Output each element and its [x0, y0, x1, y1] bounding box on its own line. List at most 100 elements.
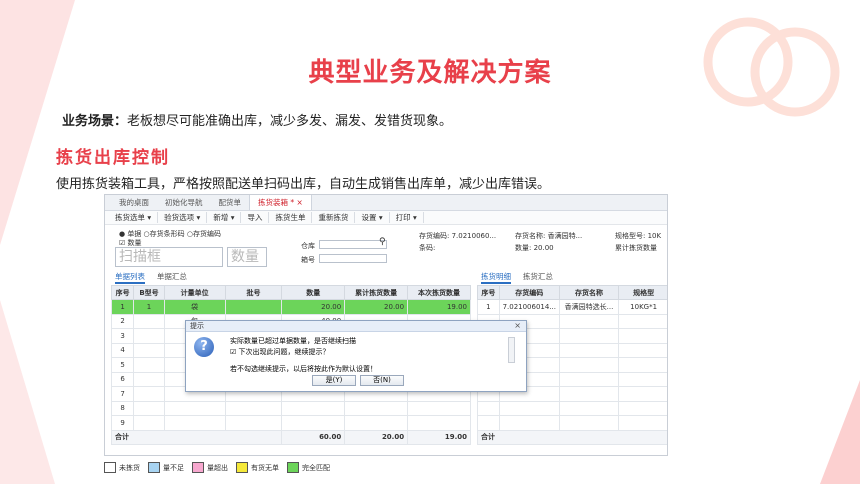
inspect-options-menu[interactable]: 验货选项 ▾ [158, 212, 208, 223]
close-icon[interactable]: × [514, 321, 521, 330]
total-this: 19.00 [407, 429, 471, 445]
tab-init-nav[interactable]: 初始化导航 [157, 195, 211, 210]
barcode: 条码: [419, 244, 436, 252]
legend-label: 量不足 [163, 463, 184, 472]
inv-name: 存货名称: 香满园特... [515, 232, 583, 240]
col-qty[interactable]: 数量 [281, 285, 346, 300]
scenario-line: 业务场景：老板想尽可能准确出库，减少多发、漏发、发错货现象。 [62, 110, 452, 129]
qty-input[interactable]: 数量 [227, 247, 267, 267]
cell: 1 [110, 299, 135, 315]
section-desc: 使用拣货装箱工具，严格按照配送单扫码出库，自动生成销售出库单，减少出库错误。 [56, 177, 551, 192]
page-title: 典型业务及解决方案 [308, 58, 552, 88]
no-button[interactable]: 否(N) [360, 375, 404, 386]
total-acc: 20.00 [344, 429, 409, 445]
cell: 20.00 [281, 299, 346, 315]
acc-qty: 累计拣货数量 [615, 244, 657, 252]
cell: 3 [110, 328, 135, 344]
legend-label: 量超出 [207, 463, 228, 472]
picking-select-menu[interactable]: 拣货选单 ▾ [109, 212, 159, 223]
col-this[interactable]: 本次拣货数量 [407, 285, 471, 300]
legend-label: 完全匹配 [302, 463, 330, 472]
scan-input[interactable]: 扫描框 [115, 247, 223, 267]
total-label: 合计 [477, 429, 667, 445]
cell: 2 [110, 313, 135, 329]
table-row[interactable]: 9 [110, 415, 471, 431]
cell: 7.021006014... [498, 299, 560, 315]
table-row[interactable]: 8 [110, 400, 471, 416]
search-icon[interactable]: ⚲ [379, 237, 386, 247]
slot-input[interactable] [319, 254, 387, 263]
spec: 规格型号: 10K [615, 232, 662, 240]
tab-pick-detail[interactable]: 拣货明细 [481, 272, 511, 284]
warehouse-input[interactable] [319, 240, 387, 249]
col-model[interactable]: B型号 [133, 285, 165, 300]
import-button[interactable]: 导入 [241, 212, 270, 223]
legend-swatch [104, 462, 116, 473]
window-tabs: 我的桌面 初始化导航 配货单 拣货装箱 * × [105, 195, 667, 211]
cell: 19.00 [407, 299, 471, 315]
print-menu[interactable]: 打印 ▾ [390, 212, 424, 223]
repick-button[interactable]: 重新拣货 [312, 212, 356, 223]
dialog-scrollbar[interactable] [508, 337, 515, 363]
legend-swatch [287, 462, 299, 473]
section-title: 拣货出库控制 [56, 148, 170, 168]
cell: 5 [110, 357, 135, 373]
col-inv-code[interactable]: 存货编码 [498, 285, 560, 300]
tab-dispatch[interactable]: 配货单 [211, 195, 250, 210]
question-icon: ? [194, 337, 214, 357]
legend-label: 有货无单 [251, 463, 279, 472]
dialog-message: 实际数量已超过单据数量，是否继续扫描 [230, 337, 356, 345]
total-row: 合计 60.00 20.00 19.00 [110, 429, 471, 445]
qty-value: 数量: 20.00 [515, 244, 554, 252]
color-legend: 未拣货 量不足 量超出 有货无单 完全匹配 [104, 462, 330, 473]
tab-doc-summary[interactable]: 单据汇总 [157, 272, 187, 281]
dialog-note: 若不勾选继续提示，以后将按此作为默认设置！ [230, 365, 377, 373]
scan-form: ● 单据 ○存货条形码 ○存货编码 ☑ 数量 扫描框 数量 仓库 ⚲ 箱号 存货… [105, 225, 667, 271]
legend-swatch [236, 462, 248, 473]
toolbar: 拣货选单 ▾ 验货选项 ▾ 新增 ▾ 导入 拣货生单 重新拣货 设置 ▾ 打印 … [105, 211, 667, 225]
col-inv-name[interactable]: 存货名称 [558, 285, 620, 300]
col-batch[interactable]: 批号 [224, 285, 283, 300]
cell: 9 [110, 415, 135, 431]
continue-prompt-checkbox[interactable]: ☑ 下次出现此问题，继续提示？ [230, 347, 330, 357]
cell [224, 299, 283, 315]
tab-picking-label: 拣货装箱 * [258, 198, 295, 207]
warehouse-label: 仓库 [301, 242, 315, 250]
right-subtabs: 拣货明细 拣货汇总 [481, 271, 553, 284]
inv-code: 存货编码: 7.0210060... [419, 232, 497, 240]
table-row[interactable]: 1 7.021006014... 香满园特选长... 10KG*1 [477, 299, 667, 315]
tab-doc-list[interactable]: 单据列表 [115, 272, 145, 284]
dialog-title: 提示 [186, 321, 526, 332]
cell: 香满园特选长... [558, 299, 620, 315]
cell: 袋 [163, 299, 226, 315]
col-spec[interactable]: 规格型 [618, 285, 667, 300]
tab-pick-summary[interactable]: 拣货汇总 [523, 272, 553, 281]
tab-desktop[interactable]: 我的桌面 [111, 195, 157, 210]
scenario-label: 业务场景： [62, 114, 128, 129]
cell: 6 [110, 371, 135, 387]
cell: 1 [477, 299, 500, 315]
col-acc[interactable]: 累计拣货数量 [344, 285, 409, 300]
cell: 10KG*1 [618, 299, 667, 315]
settings-menu[interactable]: 设置 ▾ [355, 212, 390, 223]
slot-label: 箱号 [301, 256, 315, 264]
left-subtabs: 单据列表 单据汇总 [115, 271, 187, 284]
cell: 7 [110, 386, 135, 402]
legend-swatch [192, 462, 204, 473]
tab-picking[interactable]: 拣货装箱 * × [249, 195, 312, 210]
legend-label: 未拣货 [119, 463, 140, 472]
yes-button[interactable]: 是(Y) [312, 375, 356, 386]
add-menu[interactable]: 新增 ▾ [207, 212, 242, 223]
generate-order-button[interactable]: 拣货生单 [269, 212, 313, 223]
legend-swatch [148, 462, 160, 473]
cell [133, 313, 165, 329]
total-row: 合计 [477, 429, 667, 445]
table-row[interactable]: 1 1 袋 20.00 20.00 19.00 [110, 299, 471, 315]
col-unit[interactable]: 计量单位 [163, 285, 226, 300]
col-seq[interactable]: 序号 [477, 285, 500, 300]
col-seq[interactable]: 序号 [110, 285, 135, 300]
close-icon[interactable]: × [297, 198, 303, 207]
prompt-dialog: 提示 × ? 实际数量已超过单据数量，是否继续扫描 ☑ 下次出现此问题，继续提示… [185, 320, 527, 392]
total-label: 合计 [110, 429, 283, 445]
cell: 4 [110, 342, 135, 358]
